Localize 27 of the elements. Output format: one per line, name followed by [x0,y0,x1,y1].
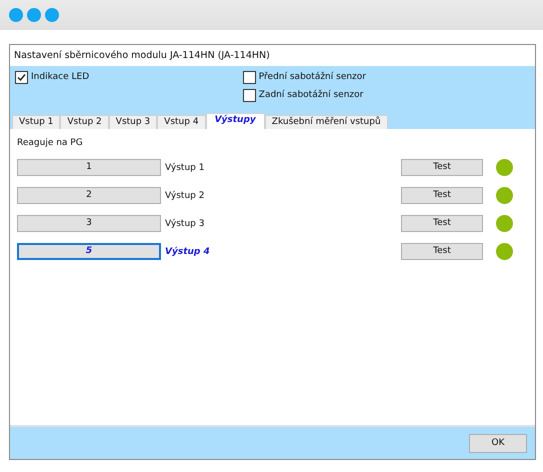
value-button[interactable]: 1 [17,159,161,176]
output-label: Výstup 2 [165,190,204,200]
tab[interactable]: Výstupy [206,113,265,129]
checkbox-icon[interactable] [242,88,256,102]
checkbox-option[interactable]: Zadní sabotážní senzor [242,88,366,102]
ok-button[interactable]: OK [469,434,527,452]
checkbox-option[interactable]: Indikace LED [15,70,90,84]
dialog-title: Nastavení sběrnicového modulu JA-114HN (JA-114HN) [13,49,271,63]
tab[interactable]: Vstup 3 [108,115,158,129]
tab[interactable]: Vstup 1 [12,115,60,129]
value-button[interactable]: 5 [17,243,161,260]
checkbox-icon[interactable] [15,70,28,84]
checkbox-icon[interactable] [242,70,256,84]
value-button[interactable]: 2 [17,187,161,204]
value-button[interactable]: 3 [17,215,161,232]
test-button[interactable]: Test [401,215,483,232]
tab[interactable]: Vstup 2 [60,115,109,129]
tab[interactable]: Zkušební měření vstupů [264,115,388,129]
output-label: Výstup 1 [165,162,204,172]
output-label: Výstup 4 [165,246,210,256]
test-button[interactable]: Test [401,159,483,176]
tab[interactable]: Vstup 4 [157,115,206,129]
test-button[interactable]: Test [401,187,483,204]
checkbox-option[interactable]: Přední sabotážní senzor [242,70,366,84]
output-label: Výstup 3 [165,218,204,228]
section-label: Reaguje na PG [17,138,84,150]
test-button[interactable]: Test [401,243,483,260]
